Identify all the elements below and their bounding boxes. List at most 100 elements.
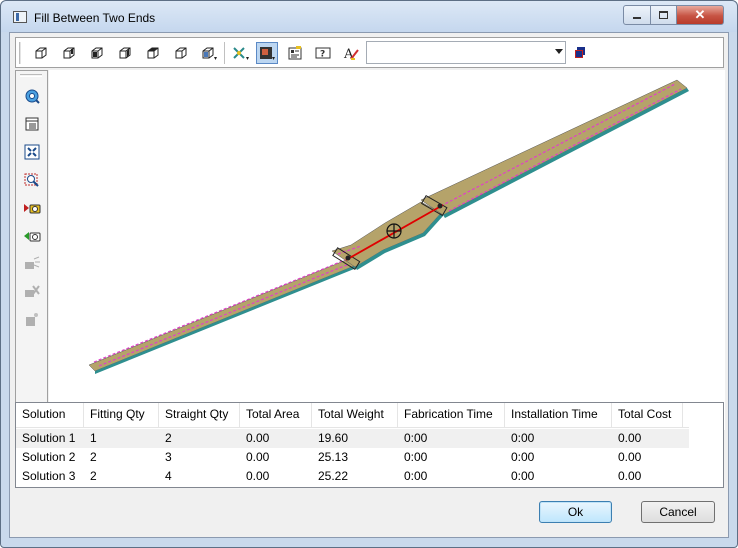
- text-style-button[interactable]: A: [340, 42, 362, 64]
- zoom-icon: [24, 173, 39, 187]
- cancel-button[interactable]: Cancel: [641, 501, 715, 523]
- layers-button[interactable]: [569, 42, 591, 64]
- column-header[interactable]: Total Cost: [612, 403, 683, 427]
- table-cell: 0:00: [511, 469, 535, 483]
- light-settings-icon: [26, 313, 38, 326]
- solutions-table[interactable]: Solution Fitting Qty Straight Qty Total …: [15, 402, 724, 488]
- zoom-extents-icon: [24, 144, 40, 160]
- svg-text:?: ?: [320, 50, 325, 60]
- column-header[interactable]: Installation Time: [505, 403, 612, 427]
- rotate-tool-dropdown[interactable]: [230, 42, 252, 64]
- cable-tray-model: [88, 79, 689, 374]
- navigation-toolbar: [15, 70, 48, 430]
- table-cell: Solution 1: [22, 431, 76, 445]
- previous-view-button[interactable]: [21, 197, 43, 219]
- properties-button[interactable]: [284, 42, 306, 64]
- view-front-button[interactable]: [30, 42, 52, 64]
- column-header[interactable]: Straight Qty: [159, 403, 240, 427]
- light-off-icon: [25, 285, 40, 297]
- layers-icon: [575, 47, 585, 58]
- cube-top-icon: [147, 47, 159, 59]
- view-right-button[interactable]: [114, 42, 136, 64]
- orbit-button[interactable]: [21, 85, 43, 107]
- close-icon: ✕: [694, 7, 706, 22]
- table-row[interactable]: Solution 2 2 3 0.00 25.13 0:00 0:00 0.00: [16, 448, 689, 467]
- camera-next-icon: [24, 232, 41, 242]
- column-header[interactable]: Total Area: [240, 403, 312, 427]
- table-cell: 25.13: [318, 450, 349, 464]
- view-left-button[interactable]: [86, 42, 108, 64]
- help-icon: ?: [315, 47, 331, 60]
- toolbar-separator: [224, 42, 226, 64]
- view-toolbar: ? A: [15, 37, 724, 68]
- title-bar[interactable]: Fill Between Two Ends ✕: [1, 1, 737, 32]
- table-cell: 0:00: [404, 431, 428, 445]
- table-cell: 0.00: [246, 469, 270, 483]
- view-back-button[interactable]: [58, 42, 80, 64]
- table-cell: 2: [165, 431, 172, 445]
- table-cell: 0:00: [511, 431, 535, 445]
- table-cell: 0.00: [618, 431, 642, 445]
- maximize-icon: [659, 11, 668, 19]
- window-title: Fill Between Two Ends: [34, 11, 156, 25]
- dialog-window: Fill Between Two Ends ✕ ? A Solution Fit…: [0, 0, 738, 548]
- shaded-view-toggle[interactable]: [256, 42, 278, 64]
- table-cell: 3: [165, 450, 172, 464]
- minimize-button[interactable]: [623, 5, 651, 25]
- display-combo[interactable]: [366, 41, 566, 64]
- light-settings-button[interactable]: [21, 309, 43, 331]
- zoom-extents-button[interactable]: [21, 141, 43, 163]
- fill-path-end-point[interactable]: [437, 203, 443, 209]
- column-header[interactable]: Total Weight: [312, 403, 398, 427]
- minimize-icon: [633, 17, 641, 19]
- table-row[interactable]: Solution 3 2 4 0.00 25.22 0:00 0:00 0.00: [16, 467, 689, 486]
- 3d-viewport[interactable]: [49, 70, 725, 430]
- table-cell: 4: [165, 469, 172, 483]
- tray-segment-upper: [420, 79, 689, 218]
- light-disabled-icon: [25, 256, 40, 269]
- help-button[interactable]: ?: [312, 42, 334, 64]
- column-header[interactable]: Fabrication Time: [398, 403, 505, 427]
- table-header: Solution Fitting Qty Straight Qty Total …: [16, 403, 689, 428]
- ok-button[interactable]: Ok: [539, 501, 612, 523]
- table-cell: 2: [90, 450, 97, 464]
- view-iso-dropdown[interactable]: [198, 42, 220, 64]
- close-button[interactable]: ✕: [676, 5, 724, 25]
- table-row[interactable]: Solution 1 1 2 0.00 19.60 0:00 0:00 0.00: [16, 429, 689, 448]
- table-cell: Solution 2: [22, 450, 76, 464]
- column-header[interactable]: Solution: [16, 403, 84, 427]
- camera-previous-icon: [24, 204, 41, 214]
- cube-iso-icon: [202, 47, 217, 60]
- table-cell: 19.60: [318, 431, 349, 445]
- sidebar-grip[interactable]: [20, 74, 42, 77]
- zoom-window-button[interactable]: [21, 113, 43, 135]
- zoom-window-icon: [25, 117, 39, 131]
- next-view-button[interactable]: [21, 225, 43, 247]
- maximize-button[interactable]: [650, 5, 677, 25]
- table-cell: 0.00: [618, 450, 642, 464]
- tray-segment-lower: [88, 257, 360, 374]
- table-cell: Solution 3: [22, 469, 76, 483]
- chevron-down-icon[interactable]: [555, 49, 563, 54]
- view-top-button[interactable]: [142, 42, 164, 64]
- table-cell: 1: [90, 431, 97, 445]
- table-cell: 0:00: [404, 450, 428, 464]
- cube-bottom-icon: [175, 47, 187, 59]
- crosshair-icon[interactable]: [386, 223, 402, 239]
- table-cell: 25.22: [318, 469, 349, 483]
- app-icon: [13, 11, 27, 23]
- view-bottom-button[interactable]: [170, 42, 192, 64]
- light-off-button[interactable]: [21, 281, 43, 303]
- toolbar-grip[interactable]: [19, 42, 22, 64]
- dialog-client: ? A Solution Fitting Qty Straight Qty To…: [9, 32, 729, 538]
- properties-icon: [288, 46, 302, 60]
- light-tool-button[interactable]: [21, 253, 43, 275]
- table-cell: 0:00: [404, 469, 428, 483]
- text-style-icon: A: [343, 47, 359, 61]
- shaded-view-icon: [260, 47, 275, 60]
- table-cell: 0.00: [246, 431, 270, 445]
- zoom-in-button[interactable]: [21, 169, 43, 191]
- table-cell: 0:00: [511, 450, 535, 464]
- fill-path-start-point[interactable]: [345, 255, 351, 261]
- column-header[interactable]: Fitting Qty: [84, 403, 159, 427]
